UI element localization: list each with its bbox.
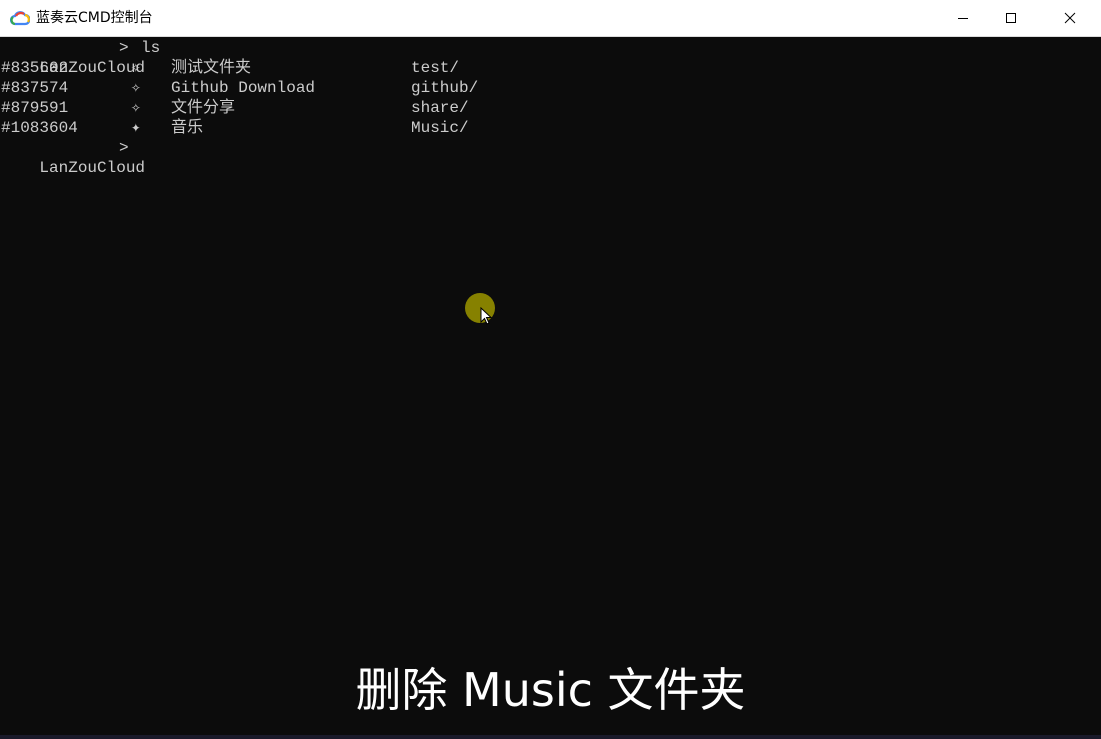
close-icon	[1064, 12, 1076, 24]
folder-name: 音乐	[171, 119, 204, 137]
folder-path: share/	[411, 99, 469, 117]
prompt-line: LanZouCloud >	[1, 138, 145, 177]
minimize-button[interactable]	[940, 0, 986, 36]
folder-star: ✦	[131, 119, 141, 137]
folder-path: test/	[411, 59, 460, 77]
folder-name: 测试文件夹	[171, 59, 252, 77]
folder-id: #837574	[1, 79, 69, 97]
prompt-arrow: >	[119, 139, 129, 157]
list-item: #1083604 ✦ 音乐 Music/	[1, 118, 469, 138]
cloud-icon	[10, 11, 30, 26]
folder-id: #879591	[1, 99, 69, 117]
terminal-area[interactable]: LanZouCloud > ls #835602 ✧ 测试文件夹 test/ #83…	[0, 37, 1101, 739]
bottom-edge	[0, 735, 1101, 739]
prompt-text: LanZouCloud	[39, 159, 146, 177]
folder-id: #1083604	[1, 119, 78, 137]
list-item: #837574 ✧ Github Download github/	[1, 78, 478, 98]
folder-name: Github Download	[171, 79, 316, 97]
command-line: LanZouCloud > ls	[1, 38, 160, 77]
folder-id: #835602	[1, 59, 69, 77]
title-bar: 蓝奏云CMD控制台	[0, 0, 1101, 37]
minimize-icon	[958, 18, 968, 19]
folder-path: Music/	[411, 119, 469, 137]
maximize-icon	[1006, 13, 1016, 23]
list-item: #835602 ✧ 测试文件夹 test/	[1, 58, 459, 78]
folder-name: 文件分享	[171, 99, 236, 117]
folder-star: ✧	[131, 79, 141, 97]
folder-star: ✧	[131, 99, 141, 117]
list-item: #879591 ✧ 文件分享 share/	[1, 98, 469, 118]
maximize-button[interactable]	[988, 0, 1034, 36]
mouse-pointer-icon	[480, 307, 493, 325]
close-button[interactable]	[1047, 0, 1093, 36]
folder-star: ✧	[131, 59, 141, 77]
command-text: ls	[141, 39, 161, 57]
subtitle-caption: 删除 Music 文件夹	[355, 663, 746, 717]
window-title: 蓝奏云CMD控制台	[36, 10, 153, 26]
prompt-arrow: >	[119, 39, 129, 57]
folder-path: github/	[411, 79, 479, 97]
